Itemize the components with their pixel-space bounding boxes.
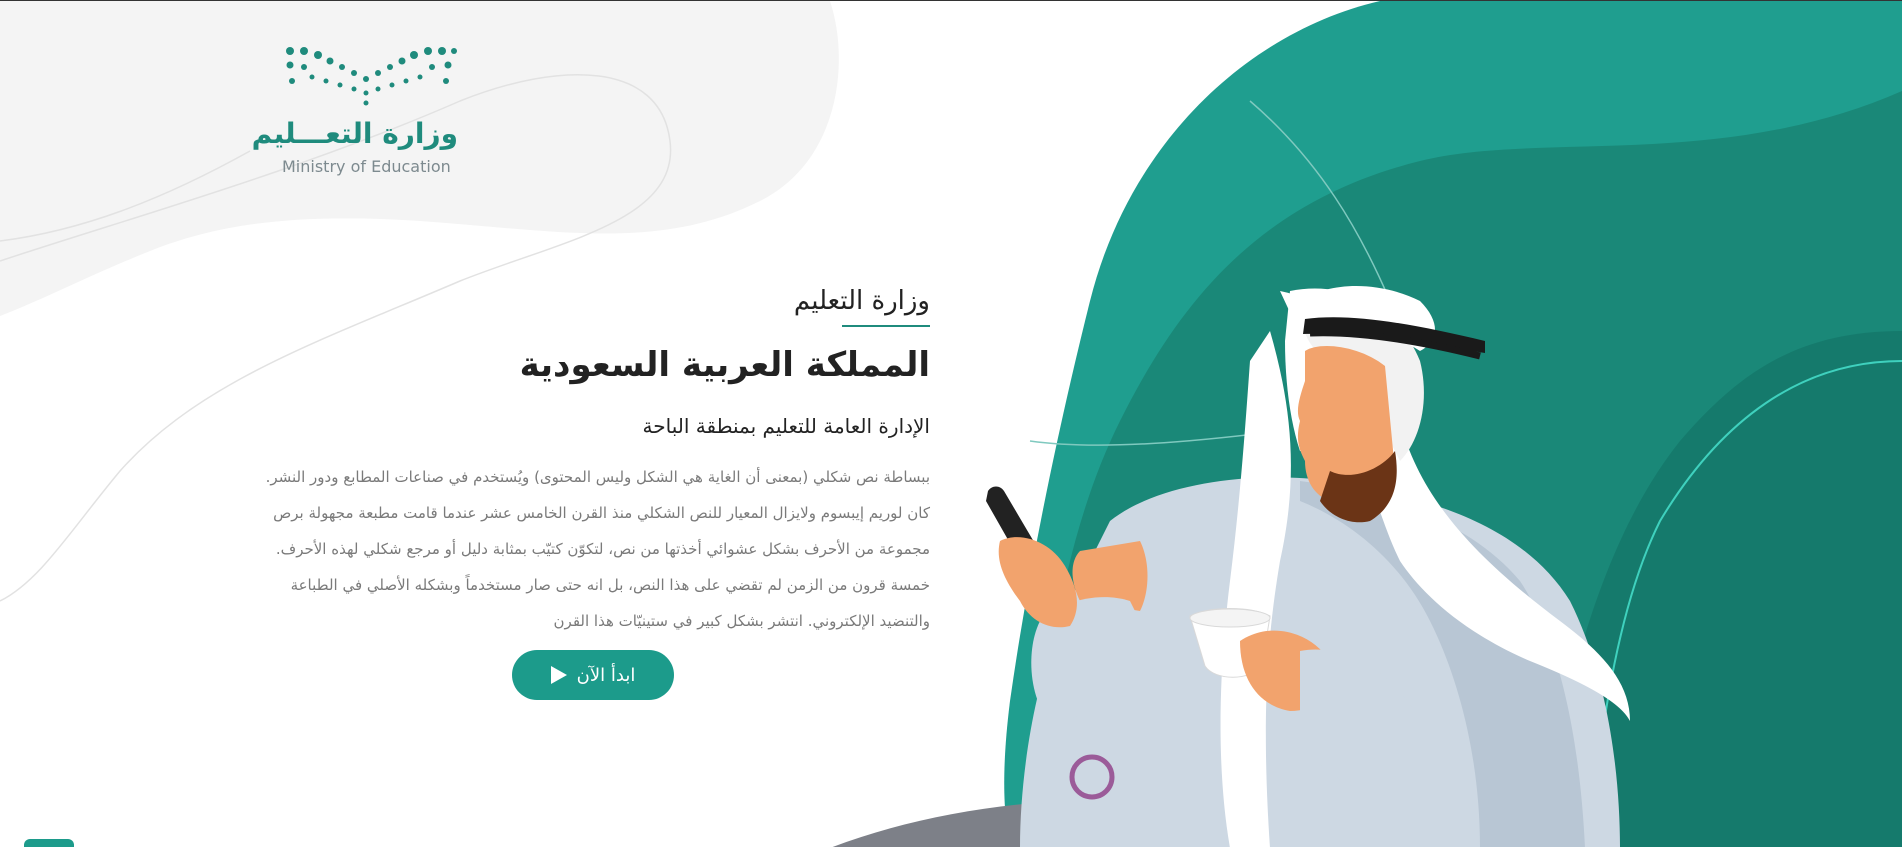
man-with-phone-illustration xyxy=(986,286,1630,847)
landing-page: وزارة التعـــليم Ministry of Education و… xyxy=(0,0,1902,847)
scroll-top-tab[interactable] xyxy=(24,839,74,847)
